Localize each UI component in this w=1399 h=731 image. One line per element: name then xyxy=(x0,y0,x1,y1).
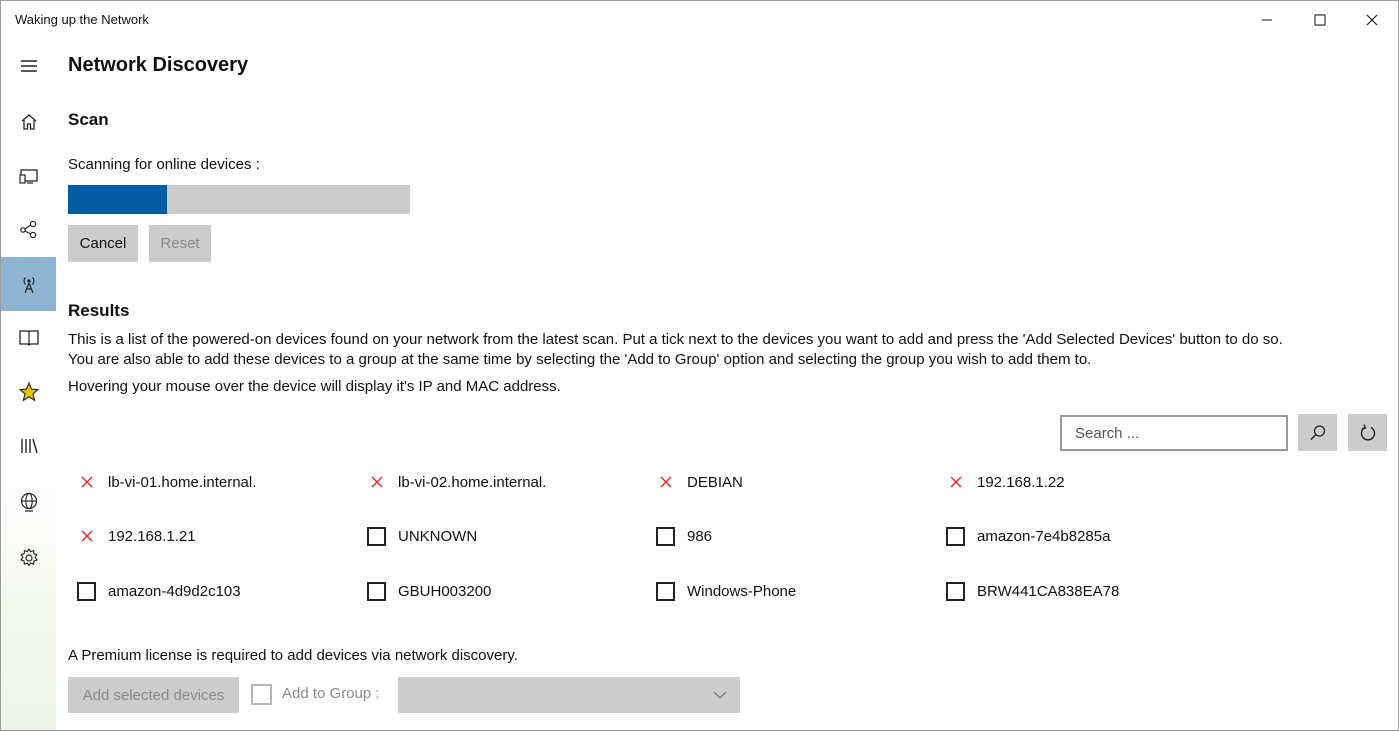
device-name: amazon-7e4b8285a xyxy=(977,527,1111,545)
device-item[interactable]: lb-vi-01.home.internal. xyxy=(68,470,256,494)
sidebar-item-groups[interactable] xyxy=(1,203,56,257)
gear-icon xyxy=(19,547,38,567)
add-to-group-label: Add to Group : xyxy=(282,685,380,702)
device-name: DEBIAN xyxy=(687,473,743,491)
sidebar-item-book[interactable] xyxy=(1,311,56,365)
sidebar-item-devices[interactable] xyxy=(1,149,56,203)
page-title: Network Discovery xyxy=(68,54,249,76)
network-nodes-icon xyxy=(19,220,36,239)
sidebar-item-network-discovery[interactable] xyxy=(1,257,56,311)
scan-heading: Scan xyxy=(68,110,109,129)
maximize-icon xyxy=(1314,14,1326,26)
unavailable-x-icon xyxy=(76,471,98,493)
device-checkbox[interactable] xyxy=(367,526,386,546)
minimize-button[interactable] xyxy=(1241,1,1293,39)
book-icon xyxy=(18,330,39,346)
library-icon xyxy=(20,438,38,454)
maximize-button[interactable] xyxy=(1294,1,1346,39)
device-checkbox[interactable] xyxy=(367,581,386,601)
search-button[interactable] xyxy=(1298,414,1337,451)
device-name: 986 xyxy=(687,527,713,545)
device-checkbox[interactable] xyxy=(656,526,675,546)
unavailable-x-icon xyxy=(76,525,98,547)
sidebar-item-favorites[interactable] xyxy=(1,365,56,419)
group-select[interactable] xyxy=(398,677,740,713)
device-name: UNKNOWN xyxy=(398,527,478,545)
device-item[interactable]: amazon-7e4b8285a xyxy=(937,524,1110,548)
navigation-sidebar xyxy=(1,39,56,730)
search-input[interactable] xyxy=(1073,417,1277,449)
device-item[interactable]: UNKNOWN xyxy=(358,524,477,548)
device-name: lb-vi-01.home.internal. xyxy=(108,473,257,491)
license-notice: A Premium license is required to add dev… xyxy=(68,647,518,664)
results-heading: Results xyxy=(68,301,130,320)
device-checkbox[interactable] xyxy=(946,526,965,546)
sidebar-item-settings[interactable] xyxy=(1,531,56,585)
antenna-icon xyxy=(23,277,34,294)
home-icon xyxy=(21,114,36,130)
unavailable-x-icon xyxy=(655,471,677,493)
device-name: 192.168.1.21 xyxy=(108,527,196,545)
hover-hint: Hovering your mouse over the device will… xyxy=(68,378,561,395)
device-checkbox[interactable] xyxy=(946,581,965,601)
refresh-button[interactable] xyxy=(1348,414,1387,451)
device-name: lb-vi-02.home.internal. xyxy=(398,473,547,491)
scan-status-label: Scanning for online devices : xyxy=(68,156,260,173)
unavailable-x-icon xyxy=(366,471,388,493)
app-title: Waking up the Network xyxy=(15,12,149,27)
device-name: GBUH003200 xyxy=(398,582,492,600)
device-item[interactable]: 192.168.1.21 xyxy=(68,524,196,548)
device-item[interactable]: amazon-4d9d2c103 xyxy=(68,579,241,603)
hamburger-icon xyxy=(20,60,37,72)
sidebar-item-home[interactable] xyxy=(1,95,56,149)
device-checkbox[interactable] xyxy=(77,581,96,601)
device-name: amazon-4d9d2c103 xyxy=(108,582,241,600)
add-to-group-checkbox[interactable] xyxy=(251,684,272,705)
star-icon xyxy=(18,381,39,402)
results-description-line2: You are also able to add these devices t… xyxy=(68,351,1092,368)
chevron-down-icon xyxy=(713,691,727,699)
menu-button[interactable] xyxy=(1,39,56,93)
minimize-icon xyxy=(1262,19,1272,21)
device-item[interactable]: DEBIAN xyxy=(647,470,743,494)
device-item[interactable]: Windows-Phone xyxy=(647,579,796,603)
add-selected-devices-button[interactable]: Add selected devices xyxy=(68,677,239,713)
device-item[interactable]: 192.168.1.22 xyxy=(937,470,1065,494)
search-field[interactable] xyxy=(1060,415,1288,451)
close-button[interactable] xyxy=(1346,1,1398,39)
device-item[interactable]: BRW441CA838EA78 xyxy=(937,579,1119,603)
close-icon xyxy=(1366,14,1378,26)
globe-icon xyxy=(20,492,37,512)
device-name: 192.168.1.22 xyxy=(977,473,1065,491)
unavailable-x-icon xyxy=(945,471,967,493)
device-item[interactable]: GBUH003200 xyxy=(358,579,491,603)
search-icon xyxy=(1309,424,1325,440)
results-description-line1: This is a list of the powered-on devices… xyxy=(68,331,1283,348)
device-item[interactable]: lb-vi-02.home.internal. xyxy=(358,470,546,494)
device-name: Windows-Phone xyxy=(687,582,797,600)
scan-progress-fill xyxy=(68,185,168,214)
cancel-button[interactable]: Cancel xyxy=(68,225,138,262)
title-bar: Waking up the Network xyxy=(1,1,1398,39)
device-name: BRW441CA838EA78 xyxy=(977,582,1120,600)
device-checkbox[interactable] xyxy=(656,581,675,601)
reset-button[interactable]: Reset xyxy=(149,225,211,262)
device-item[interactable]: 986 xyxy=(647,524,712,548)
refresh-icon xyxy=(1360,423,1375,440)
scan-progress-bar xyxy=(68,185,410,214)
devices-icon xyxy=(18,169,38,184)
sidebar-item-library[interactable] xyxy=(1,419,56,473)
sidebar-item-globe[interactable] xyxy=(1,475,56,529)
app-window: Waking up the Network Network Discovery … xyxy=(0,0,1399,731)
